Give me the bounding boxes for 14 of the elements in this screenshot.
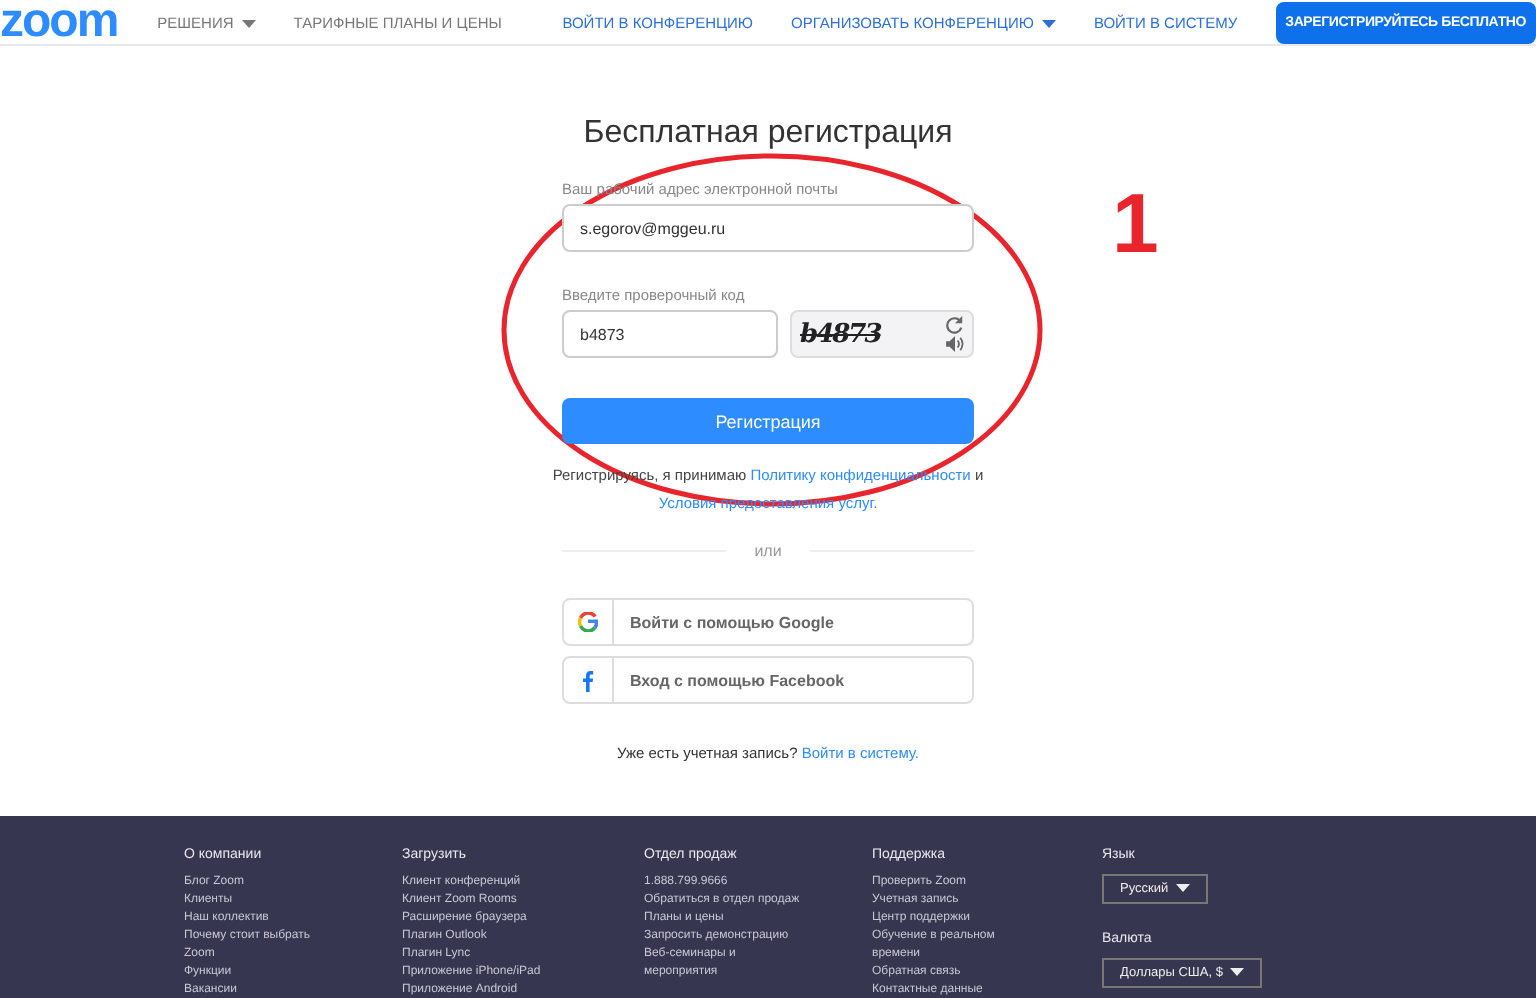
page-title: Бесплатная регистрация <box>581 116 955 152</box>
email-field[interactable]: s.egorov@mggeu.ru <box>562 204 974 252</box>
facebook-icon <box>582 669 594 691</box>
refresh-icon[interactable] <box>946 316 964 334</box>
audio-icon[interactable] <box>946 336 964 352</box>
caret-icon <box>1230 968 1245 977</box>
social-login-button[interactable]: Вход с помощью Facebook <box>562 656 974 704</box>
social-login-button[interactable]: Войти с помощью Google <box>562 598 974 646</box>
caret-icon <box>1176 884 1191 893</box>
code-field[interactable]: b4873 <box>562 310 778 358</box>
annotation-number: 1 <box>1112 176 1159 272</box>
captcha-text: b4873 <box>800 319 881 349</box>
google-icon <box>578 612 598 632</box>
divider-text: или <box>754 542 782 560</box>
